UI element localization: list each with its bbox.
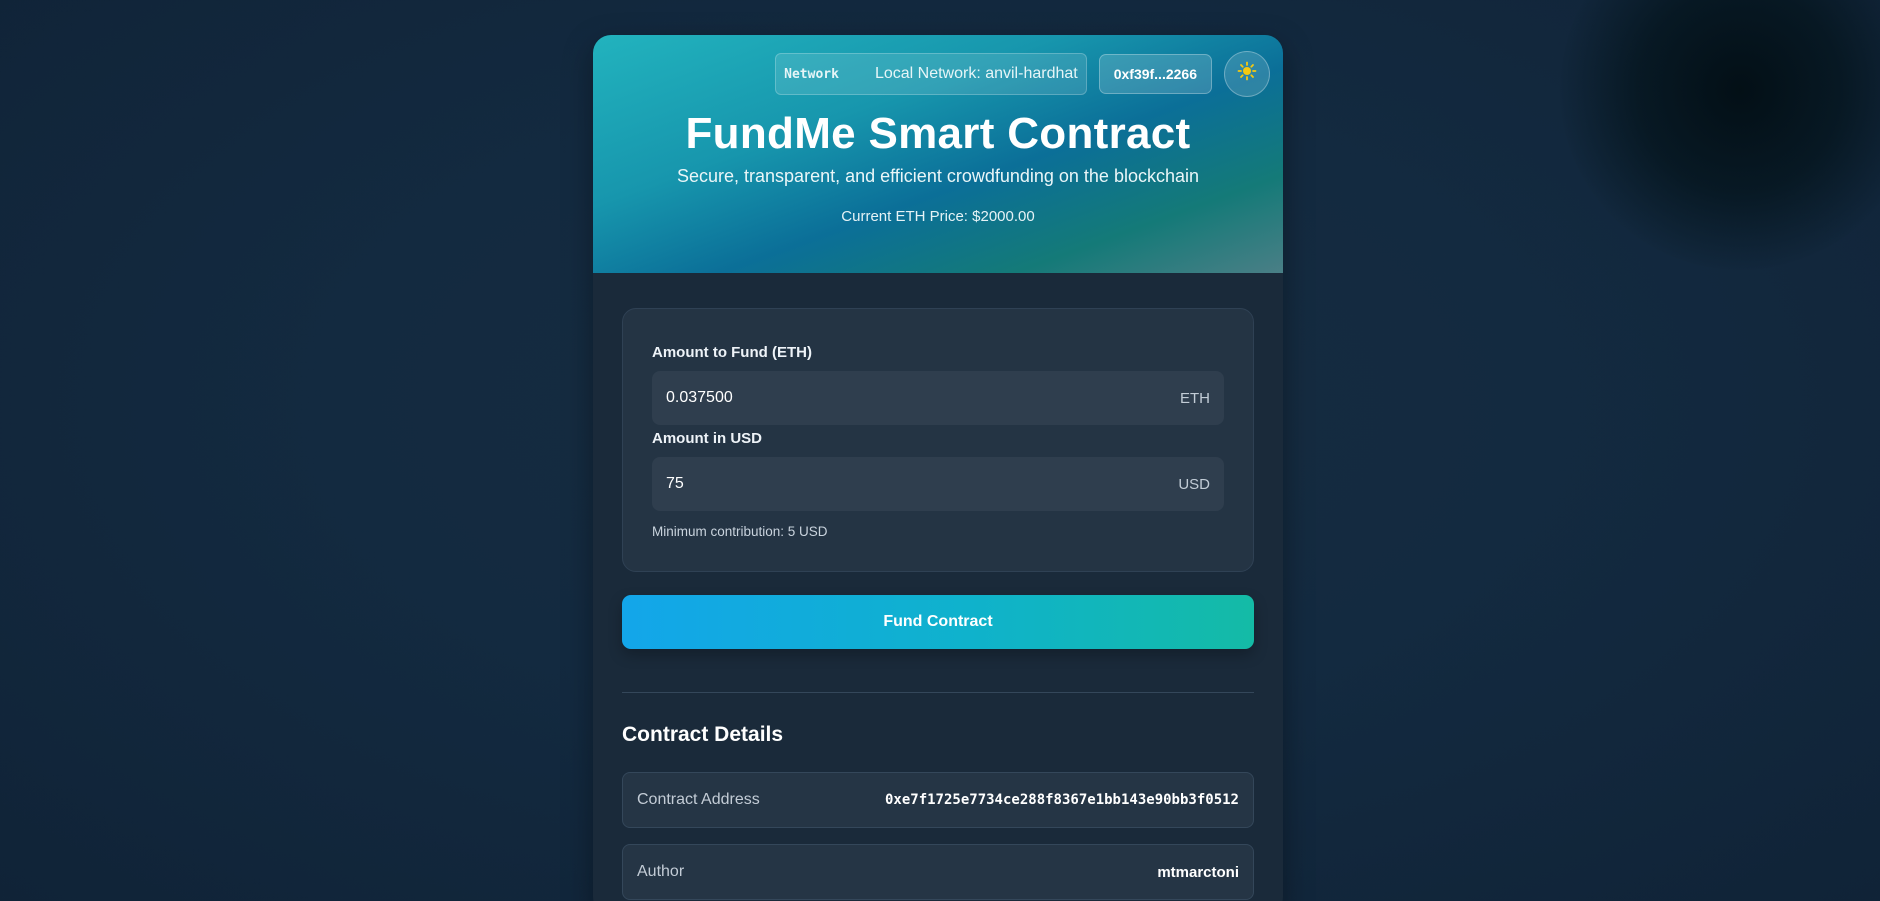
usd-amount-input[interactable]: 75 USD bbox=[652, 457, 1224, 511]
contract-address-value[interactable]: 0xe7f1725e7734ce288f8367e1bb143e90bb3f05… bbox=[885, 792, 1239, 808]
sun-icon bbox=[1237, 61, 1257, 87]
eth-price: Current ETH Price: $2000.00 bbox=[841, 208, 1035, 225]
background-shadow bbox=[1560, 0, 1880, 270]
network-label: Network bbox=[784, 66, 839, 82]
author-label: Author bbox=[637, 863, 685, 880]
divider bbox=[622, 692, 1254, 693]
account-button[interactable]: 0xf39f...2266 bbox=[1098, 54, 1212, 94]
header-hero: Network Local Network: anvil-hardhat 0xf… bbox=[593, 35, 1283, 273]
eth-unit: ETH bbox=[1180, 389, 1210, 407]
fund-form-panel: Amount to Fund (ETH) 0.037500 ETH Amount… bbox=[622, 308, 1254, 572]
usd-amount-value: 75 bbox=[666, 475, 684, 492]
main-card: Network Local Network: anvil-hardhat 0xf… bbox=[593, 35, 1283, 901]
network-selector[interactable]: Network Local Network: anvil-hardhat bbox=[775, 53, 1087, 95]
header-topbar: Network Local Network: anvil-hardhat 0xf… bbox=[775, 51, 1270, 97]
theme-toggle-button[interactable] bbox=[1224, 51, 1270, 97]
network-value: Local Network: anvil-hardhat bbox=[874, 65, 1078, 82]
eth-amount-value: 0.037500 bbox=[666, 389, 733, 406]
contract-details-title: Contract Details bbox=[622, 723, 784, 746]
author-value: mtmarctoni bbox=[1157, 863, 1239, 881]
page-subtitle: Secure, transparent, and efficient crowd… bbox=[677, 166, 1199, 186]
contract-address-row: Contract Address 0xe7f1725e7734ce288f836… bbox=[622, 772, 1254, 828]
author-row: Author mtmarctoni bbox=[622, 844, 1254, 900]
usd-unit: USD bbox=[1178, 475, 1210, 493]
eth-amount-label: Amount to Fund (ETH) bbox=[652, 344, 812, 361]
fund-contract-button[interactable]: Fund Contract bbox=[622, 595, 1254, 649]
contract-address-label: Contract Address bbox=[637, 791, 760, 808]
usd-amount-label: Amount in USD bbox=[652, 430, 762, 447]
page-title: FundMe Smart Contract bbox=[685, 109, 1191, 158]
minimum-contribution-hint: Minimum contribution: 5 USD bbox=[652, 524, 828, 539]
eth-amount-input[interactable]: 0.037500 ETH bbox=[652, 371, 1224, 425]
